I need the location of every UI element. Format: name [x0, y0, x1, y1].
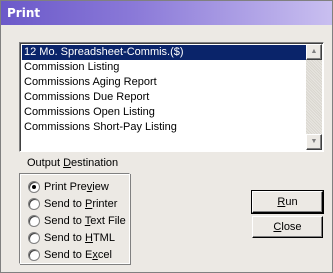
output-destination-group: Print Preview Send to Printer Send to Te…	[19, 173, 130, 264]
scroll-down-button[interactable]: ▼	[306, 134, 322, 150]
report-listbox[interactable]: 12 Mo. Spreadsheet-Commis.($) Commission…	[19, 42, 324, 152]
scroll-up-button[interactable]: ▲	[306, 44, 322, 60]
list-item[interactable]: 12 Mo. Spreadsheet-Commis.($)	[22, 45, 307, 60]
radio-label: Send to Printer	[44, 198, 118, 210]
report-list: 12 Mo. Spreadsheet-Commis.($) Commission…	[22, 45, 307, 135]
radio-label: Send to Text File	[44, 215, 126, 227]
radio-circle[interactable]	[28, 215, 40, 227]
radio-circle[interactable]	[28, 249, 40, 261]
radio-label: Send to Excel	[44, 249, 112, 261]
window-title: Print	[7, 6, 41, 20]
close-button[interactable]: Close	[252, 216, 323, 238]
list-item[interactable]: Commissions Due Report	[22, 90, 307, 105]
radio-print-preview[interactable]: Print Preview	[28, 180, 109, 194]
run-button[interactable]: Run	[251, 190, 324, 214]
radio-send-to-html[interactable]: Send to HTML	[28, 231, 115, 245]
radio-circle[interactable]	[28, 232, 40, 244]
vertical-scrollbar[interactable]: ▲ ▼	[306, 44, 322, 150]
radio-circle[interactable]	[28, 198, 40, 210]
radio-send-to-text-file[interactable]: Send to Text File	[28, 214, 126, 228]
list-item[interactable]: Commissions Aging Report	[22, 75, 307, 90]
radio-label: Send to HTML	[44, 232, 115, 244]
radio-send-to-printer[interactable]: Send to Printer	[28, 197, 117, 211]
radio-label: Print Preview	[44, 181, 109, 193]
radio-circle[interactable]	[28, 181, 40, 193]
triangle-down-icon: ▼	[310, 138, 318, 145]
list-item[interactable]: Commission Listing	[22, 60, 307, 75]
triangle-up-icon: ▲	[310, 48, 318, 55]
list-item[interactable]: Commissions Open Listing	[22, 105, 307, 120]
output-destination-label: Output Destination	[27, 157, 119, 169]
title-bar[interactable]: Print	[1, 1, 332, 25]
radio-send-to-excel[interactable]: Send to Excel	[28, 248, 112, 262]
print-dialog: Print 12 Mo. Spreadsheet-Commis.($) Comm…	[0, 0, 333, 273]
list-item[interactable]: Commissions Short-Pay Listing	[22, 120, 307, 135]
